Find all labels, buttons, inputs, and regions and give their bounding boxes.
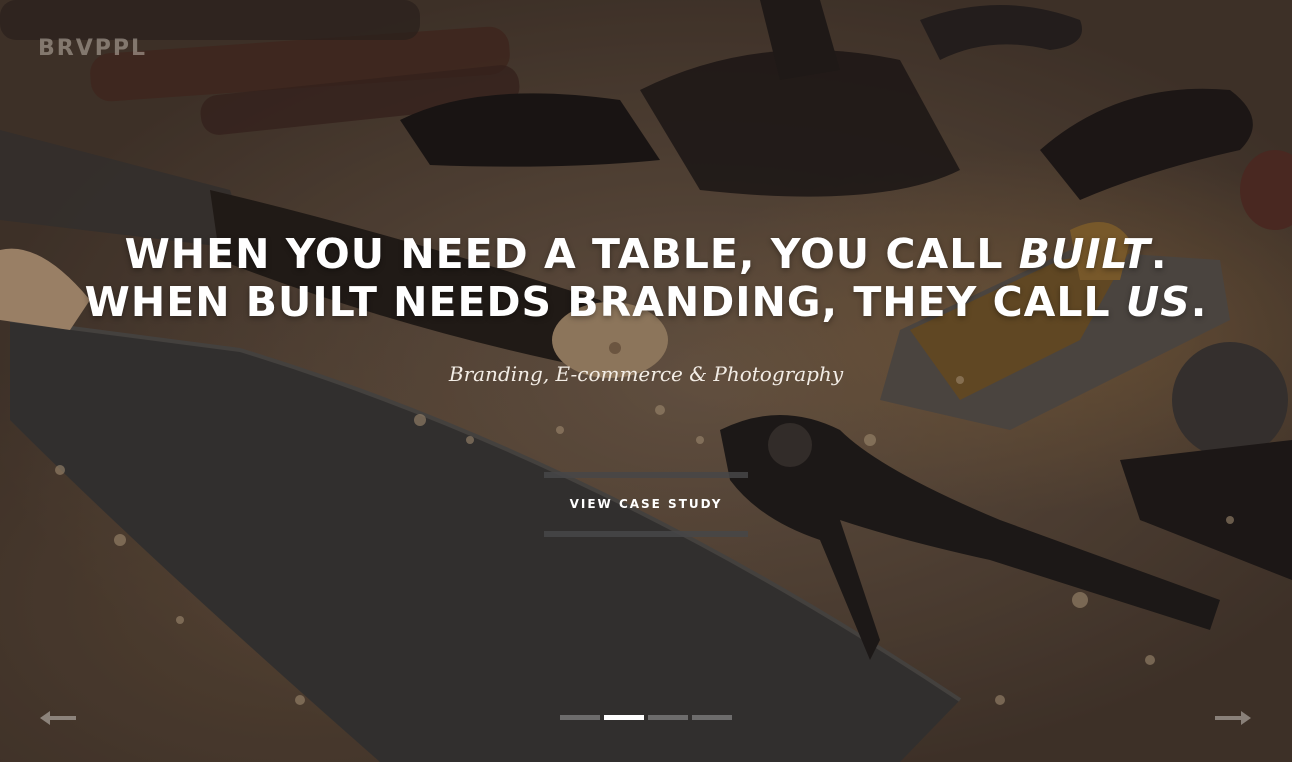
- slide-dot-4[interactable]: [692, 715, 732, 720]
- slide-dot-2[interactable]: [604, 715, 644, 720]
- prev-slide-button[interactable]: [38, 706, 78, 730]
- headline-line-1: WHEN YOU NEED A TABLE, YOU CALL BUILT.: [0, 230, 1292, 278]
- headline-line-1-emphasis: BUILT: [1018, 230, 1151, 278]
- cta-label: VIEW CASE STUDY: [569, 497, 723, 511]
- view-case-study-button[interactable]: VIEW CASE STUDY: [544, 472, 748, 537]
- slide-dot-3[interactable]: [648, 715, 688, 720]
- cta-top-rule: [544, 472, 748, 478]
- hero-slide: BRVPPL WHEN YOU NEED A TABLE, YOU CALL B…: [0, 0, 1292, 762]
- arrow-right-icon: [1215, 711, 1251, 725]
- headline-line-1-suffix: .: [1150, 230, 1168, 278]
- headline-line-2: WHEN BUILT NEEDS BRANDING, THEY CALL US.: [0, 278, 1292, 326]
- next-slide-button[interactable]: [1213, 706, 1253, 730]
- headline-line-2-emphasis: US: [1125, 278, 1191, 326]
- headline-line-1-text: WHEN YOU NEED A TABLE, YOU CALL: [124, 230, 1019, 278]
- brand-logo[interactable]: BRVPPL: [38, 36, 147, 61]
- headline-line-2-suffix: .: [1190, 278, 1208, 326]
- arrow-left-icon: [40, 711, 76, 725]
- hero-headline: WHEN YOU NEED A TABLE, YOU CALL BUILT. W…: [0, 230, 1292, 326]
- slide-dot-1[interactable]: [560, 715, 600, 720]
- hero-subtitle: Branding, E-commerce & Photography: [448, 362, 844, 386]
- slide-pagination: [560, 715, 732, 720]
- cta-bottom-rule: [544, 531, 748, 537]
- headline-line-2-text: WHEN BUILT NEEDS BRANDING, THEY CALL: [84, 278, 1126, 326]
